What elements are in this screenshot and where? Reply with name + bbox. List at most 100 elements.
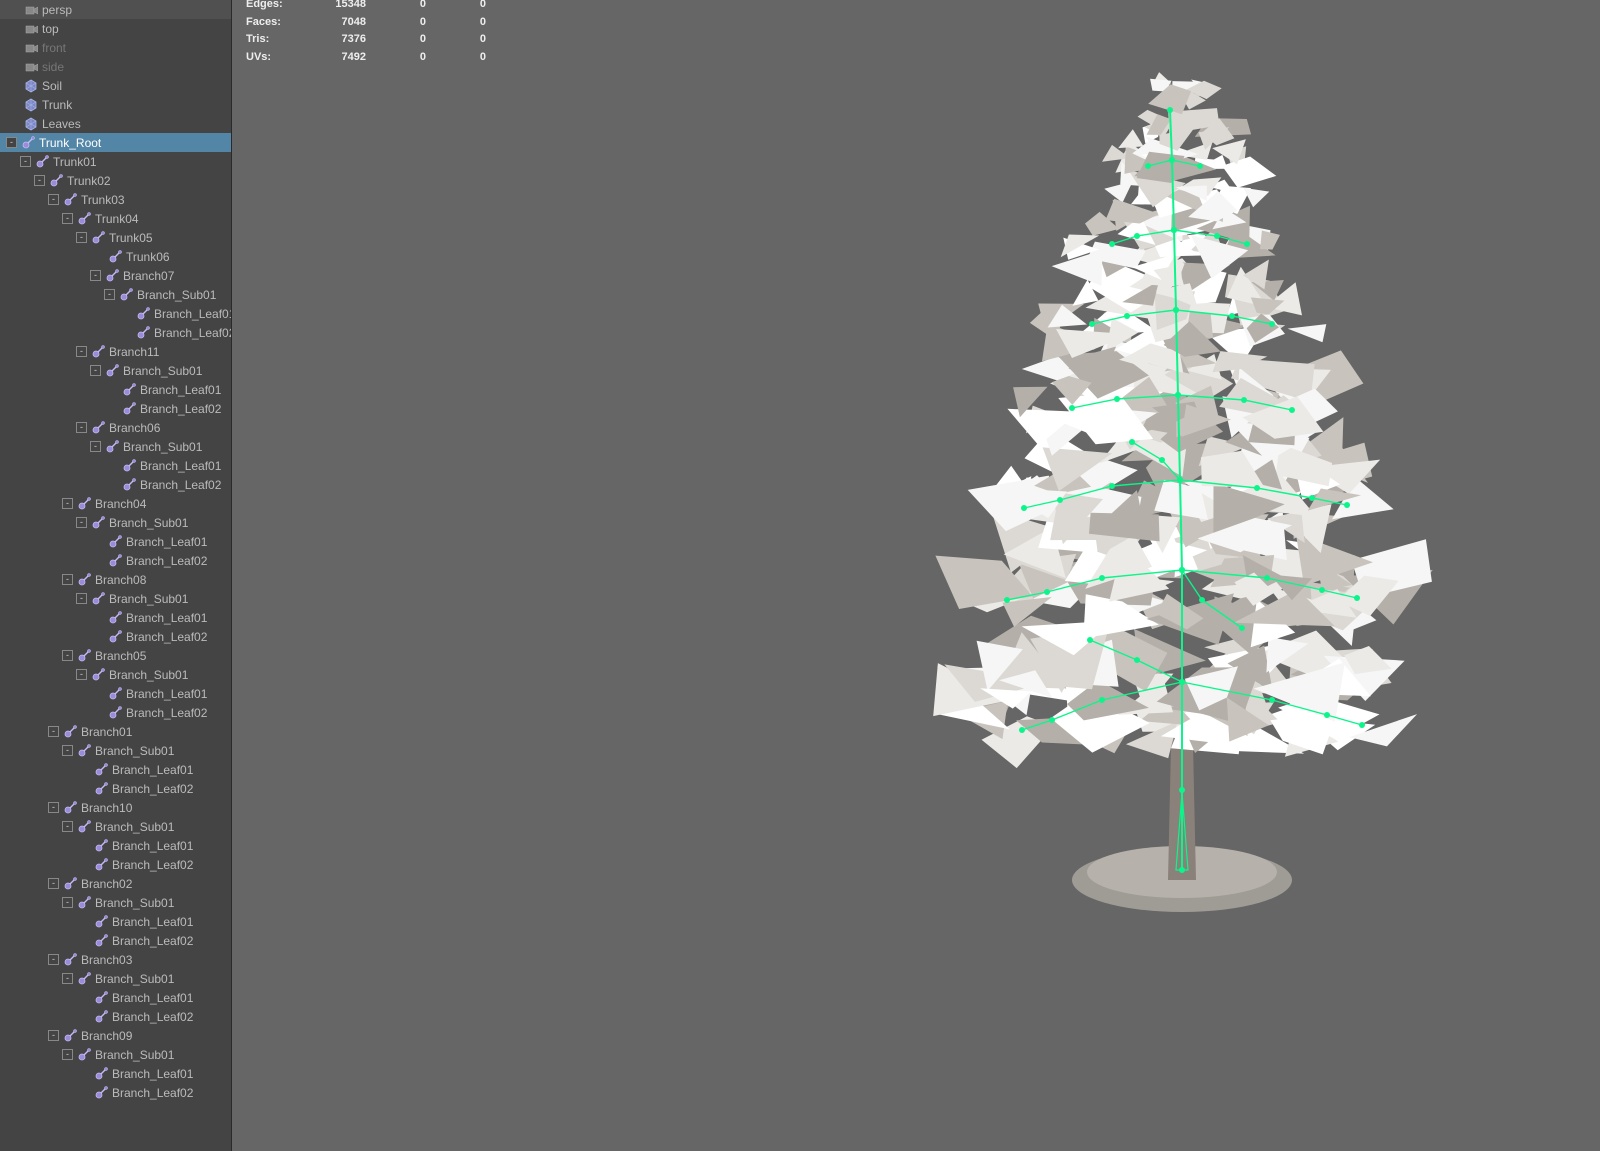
outliner-item-branch_leaf02[interactable]: Branch_Leaf02: [0, 551, 231, 570]
outliner-label: Branch02: [81, 877, 231, 891]
outliner-item-branch_leaf01[interactable]: Branch_Leaf01: [0, 304, 231, 323]
outliner-item-soil[interactable]: Soil: [0, 76, 231, 95]
outliner-item-branch_leaf01[interactable]: Branch_Leaf01: [0, 684, 231, 703]
expand-toggle[interactable]: -: [90, 270, 101, 281]
expand-toggle[interactable]: -: [62, 1049, 73, 1060]
outliner-item-trunk06[interactable]: Trunk06: [0, 247, 231, 266]
outliner-item-branch10[interactable]: -Branch10: [0, 798, 231, 817]
outliner-item-branch08[interactable]: -Branch08: [0, 570, 231, 589]
outliner-item-branch01[interactable]: -Branch01: [0, 722, 231, 741]
outliner-item-branch_sub01[interactable]: - Branch_Sub01: [0, 969, 231, 988]
expand-toggle[interactable]: -: [62, 498, 73, 509]
expand-toggle[interactable]: -: [90, 441, 101, 452]
outliner-item-branch_leaf01[interactable]: Branch_Leaf01: [0, 760, 231, 779]
outliner-item-branch_leaf01[interactable]: Branch_Leaf01: [0, 608, 231, 627]
expand-toggle[interactable]: -: [48, 802, 59, 813]
outliner-item-branch_leaf01[interactable]: Branch_Leaf01: [0, 1064, 231, 1083]
outliner-item-branch_leaf01[interactable]: Branch_Leaf01: [0, 380, 231, 399]
outliner-item-branch_leaf01[interactable]: Branch_Leaf01: [0, 912, 231, 931]
outliner-label: Branch_Sub01: [137, 288, 231, 302]
outliner-item-branch_leaf01[interactable]: Branch_Leaf01: [0, 532, 231, 551]
outliner-item-branch_sub01[interactable]: -Branch_Sub01: [0, 589, 231, 608]
outliner-item-branch_sub01[interactable]: -Branch_Sub01: [0, 1045, 231, 1064]
expand-toggle[interactable]: -: [62, 973, 73, 984]
expand-toggle[interactable]: -: [76, 593, 87, 604]
outliner-item-branch11[interactable]: -Branch11: [0, 342, 231, 361]
joint-icon: [76, 743, 92, 759]
outliner-item-branch_leaf02[interactable]: Branch_Leaf02: [0, 703, 231, 722]
outliner-panel[interactable]: persptopfrontsideSoilTrunk Leaves -Trunk_R…: [0, 0, 232, 1151]
outliner-label: Branch_Sub01: [95, 820, 231, 834]
expand-toggle[interactable]: -: [48, 726, 59, 737]
joint-icon: [34, 154, 50, 170]
expand-toggle[interactable]: -: [62, 650, 73, 661]
outliner-item-branch_leaf01[interactable]: Branch_Leaf01: [0, 988, 231, 1007]
outliner-item-side[interactable]: side: [0, 57, 231, 76]
expand-toggle[interactable]: -: [48, 954, 59, 965]
expand-toggle[interactable]: -: [76, 517, 87, 528]
expand-toggle[interactable]: -: [104, 289, 115, 300]
outliner-item-branch03[interactable]: -Branch03: [0, 950, 231, 969]
expand-toggle[interactable]: -: [20, 156, 31, 167]
expand-toggle[interactable]: -: [76, 422, 87, 433]
outliner-item-branch_leaf02[interactable]: Branch_Leaf02: [0, 627, 231, 646]
outliner-item-trunk05[interactable]: - Trunk05: [0, 228, 231, 247]
expand-toggle[interactable]: -: [76, 669, 87, 680]
expand-toggle[interactable]: -: [76, 232, 87, 243]
outliner-item-branch_sub01[interactable]: - Branch_Sub01: [0, 817, 231, 836]
outliner-label: Trunk05: [109, 231, 231, 245]
outliner-item-front[interactable]: front: [0, 38, 231, 57]
expand-toggle[interactable]: -: [76, 346, 87, 357]
expand-toggle[interactable]: -: [62, 745, 73, 756]
expand-toggle[interactable]: -: [6, 137, 17, 148]
outliner-item-trunk01[interactable]: - Trunk01: [0, 152, 231, 171]
outliner-item-top[interactable]: top: [0, 19, 231, 38]
outliner-item-branch_sub01[interactable]: -Branch_Sub01: [0, 513, 231, 532]
outliner-item-leaves[interactable]: Leaves: [0, 114, 231, 133]
outliner-item-branch_leaf01[interactable]: Branch_Leaf01: [0, 836, 231, 855]
joint-icon: [93, 762, 109, 778]
outliner-item-branch_leaf02[interactable]: Branch_Leaf02: [0, 779, 231, 798]
expand-toggle[interactable]: -: [62, 821, 73, 832]
outliner-item-branch05[interactable]: -Branch05: [0, 646, 231, 665]
outliner-item-branch_leaf02[interactable]: Branch_Leaf02: [0, 323, 231, 342]
outliner-item-branch_leaf02[interactable]: Branch_Leaf02: [0, 475, 231, 494]
outliner-item-branch_sub01[interactable]: -Branch_Sub01: [0, 665, 231, 684]
expand-toggle[interactable]: -: [48, 1030, 59, 1041]
expand-toggle[interactable]: -: [62, 213, 73, 224]
outliner-item-branch_sub01[interactable]: -Branch_Sub01: [0, 437, 231, 456]
outliner-item-branch_leaf02[interactable]: Branch_Leaf02: [0, 931, 231, 950]
outliner-item-branch_leaf02[interactable]: Branch_Leaf02: [0, 855, 231, 874]
expand-toggle[interactable]: -: [34, 175, 45, 186]
outliner-item-branch_sub01[interactable]: - Branch_Sub01: [0, 285, 231, 304]
outliner-item-branch04[interactable]: -Branch04: [0, 494, 231, 513]
expand-toggle[interactable]: -: [62, 574, 73, 585]
expand-toggle[interactable]: -: [62, 897, 73, 908]
outliner-item-trunk04[interactable]: -Trunk04: [0, 209, 231, 228]
outliner-item-branch09[interactable]: -Branch09: [0, 1026, 231, 1045]
outliner-label: Branch_Leaf02: [126, 630, 231, 644]
outliner-item-trunk03[interactable]: -Trunk03: [0, 190, 231, 209]
outliner-item-branch_leaf02[interactable]: Branch_Leaf02: [0, 399, 231, 418]
outliner-item-branch_sub01[interactable]: -Branch_Sub01: [0, 893, 231, 912]
expand-toggle[interactable]: -: [90, 365, 101, 376]
outliner-label: Trunk01: [53, 155, 231, 169]
outliner-item-trunk02[interactable]: -Trunk02: [0, 171, 231, 190]
expand-toggle[interactable]: -: [48, 878, 59, 889]
expand-toggle[interactable]: -: [48, 194, 59, 205]
outliner-item-branch02[interactable]: - Branch02: [0, 874, 231, 893]
outliner-label: Branch06: [109, 421, 231, 435]
outliner-item-branch_leaf02[interactable]: Branch_Leaf02: [0, 1007, 231, 1026]
outliner-item-persp[interactable]: persp: [0, 0, 231, 19]
outliner-item-branch_sub01[interactable]: -Branch_Sub01: [0, 361, 231, 380]
outliner-item-trunk[interactable]: Trunk: [0, 95, 231, 114]
outliner-label: Branch_Sub01: [95, 972, 231, 986]
outliner-label: Leaves: [42, 117, 231, 131]
outliner-item-branch_sub01[interactable]: -Branch_Sub01: [0, 741, 231, 760]
outliner-item-branch_leaf01[interactable]: Branch_Leaf01: [0, 456, 231, 475]
outliner-item-trunk_root[interactable]: -Trunk_Root: [0, 133, 231, 152]
outliner-item-branch_leaf02[interactable]: Branch_Leaf02: [0, 1083, 231, 1102]
viewport-3d[interactable]: Edges:1534800Faces:704800Tris:737600UVs:…: [232, 0, 1600, 1151]
outliner-item-branch06[interactable]: - Branch06: [0, 418, 231, 437]
outliner-item-branch07[interactable]: -Branch07: [0, 266, 231, 285]
